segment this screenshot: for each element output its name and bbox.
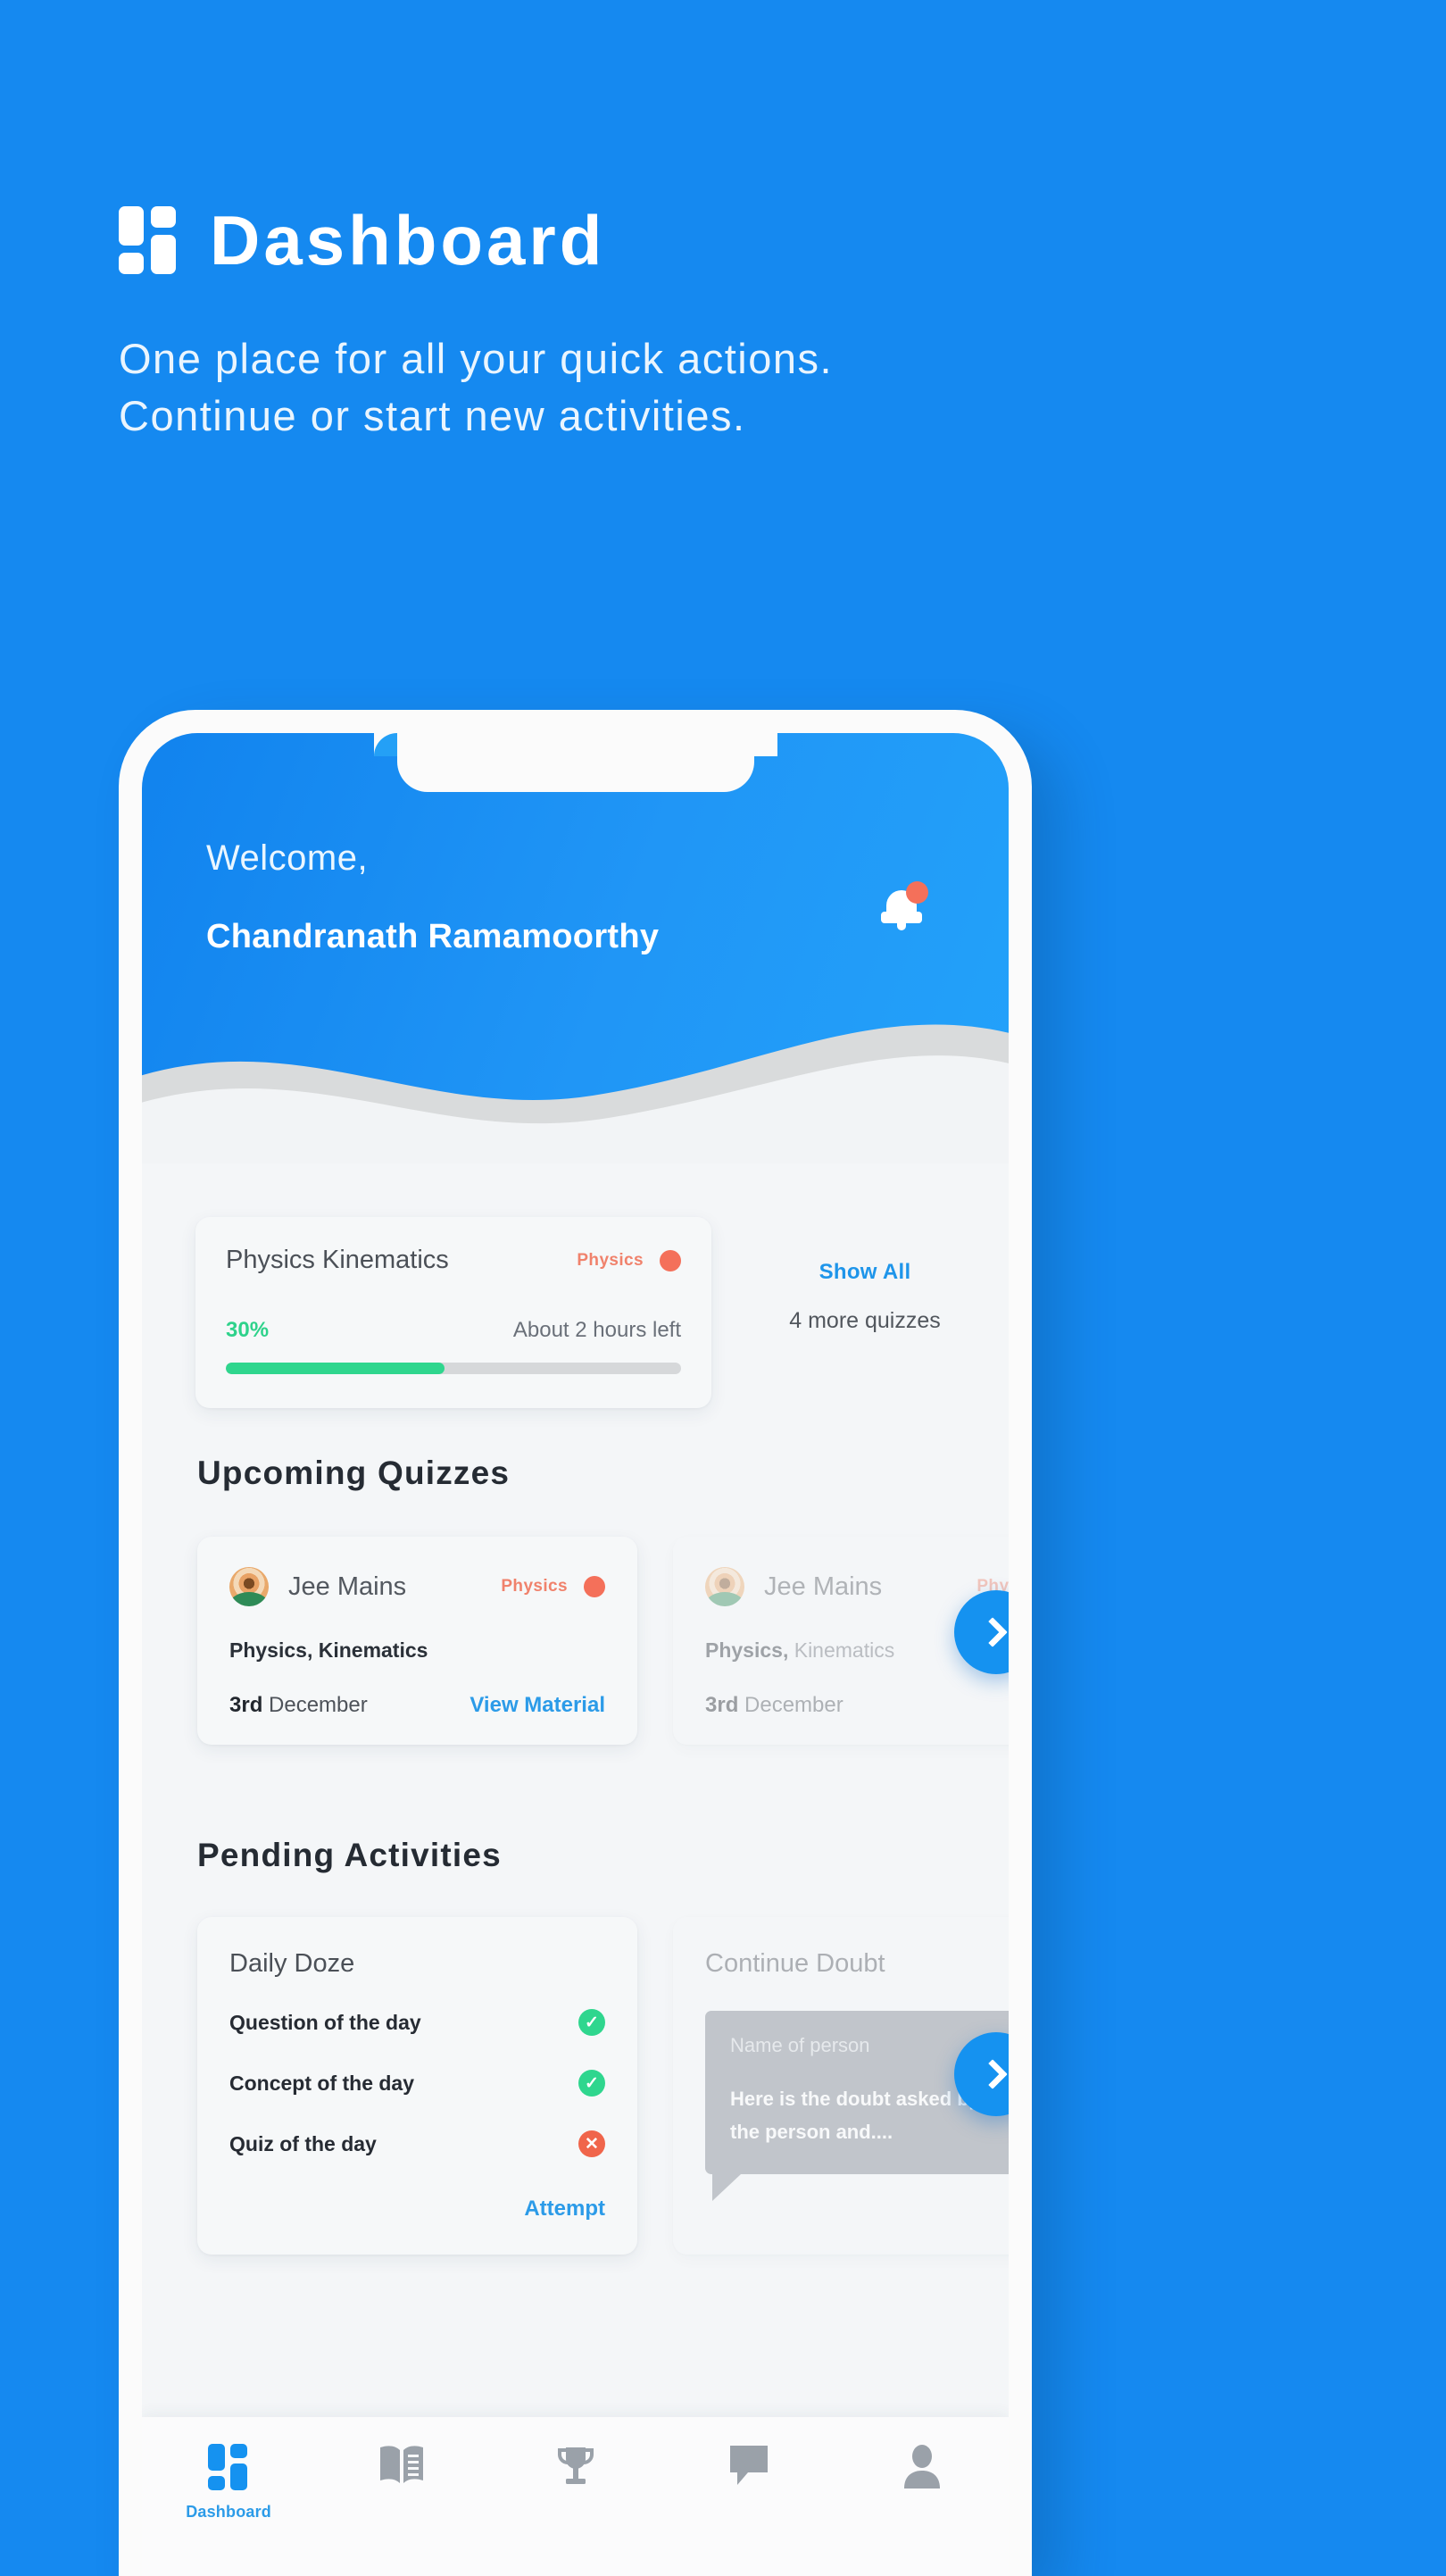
progress-percent: 30% [226,1318,270,1342]
quiz-card-header: Jee Mains Physics [229,1567,605,1606]
quiz-card[interactable]: Jee Mains Physics Physics, Kinematics 3r… [197,1537,637,1745]
subject-tag-label: Physics [577,1250,644,1270]
quiz-subject-bold: Physics, [705,1638,789,1662]
phone-notch [373,733,777,792]
bell-icon[interactable] [880,881,928,935]
jee-emblem-icon [705,1567,744,1606]
section-title-upcoming: Upcoming Quizzes [197,1455,511,1491]
app-header: Welcome, Chandranath Ramamoorthy [142,733,1009,1163]
quiz-card-identity: Jee Mains [705,1567,882,1606]
subject-tag-label: Physics [501,1577,568,1596]
tab-dashboard-label: Dashboard [186,2503,272,2521]
chat-bubble-icon [729,2446,768,2485]
progress-bar-fill [226,1363,445,1374]
dashboard-grid-icon [119,206,178,274]
book-icon [380,2446,424,2483]
quiz-card-footer: 3rd December View Material [229,1693,605,1718]
quiz-card-identity: Jee Mains [229,1567,406,1606]
quiz-date-day: 3rd [705,1693,739,1717]
current-quiz-header: Physics Kinematics Physics [226,1246,681,1275]
show-all-block[interactable]: Show All 4 more quizzes [758,1260,972,1334]
app-content: Physics Kinematics Physics 30% About 2 h… [142,1162,1009,2576]
chevron-right-icon [977,1617,1008,1647]
header-wave-decoration [142,1024,1009,1163]
time-left-label: About 2 hours left [512,1318,681,1342]
tab-messages[interactable] [662,2444,835,2488]
current-quiz-meta: 30% About 2 hours left [226,1318,681,1343]
subject-tag-dot [660,1249,681,1271]
daily-doze-item-label: Question of the day [229,2010,421,2034]
attempt-link[interactable]: Attempt [229,2197,605,2222]
tab-library[interactable] [315,2444,488,2485]
quiz-date-day: 3rd [229,1693,263,1717]
subject-tag: Physics [501,1576,605,1597]
user-name: Chandranath Ramamoorthy [206,918,660,955]
section-title-pending: Pending Activities [197,1837,502,1873]
continue-doubt-title: Continue Doubt [705,1949,885,1978]
jee-emblem-icon [229,1567,269,1606]
subject-tag: Physics [577,1249,681,1271]
view-material-link[interactable]: View Material [470,1693,605,1718]
page-subtitle-line2: Continue or start new activities. [119,391,746,439]
bottom-navigation: Dashboard [142,2417,1009,2576]
page-subtitle: One place for all your quick actions. Co… [119,330,1368,445]
current-quiz-card[interactable]: Physics Kinematics Physics 30% About 2 h… [195,1217,711,1408]
list-item[interactable]: Question of the day ✓ [229,2009,605,2036]
check-circle-icon: ✓ [578,2070,605,2097]
show-all-link[interactable]: Show All [758,1260,972,1285]
list-item[interactable]: Concept of the day ✓ [229,2070,605,2097]
page-header: Dashboard One place for all your quick a… [119,205,1368,445]
title-row: Dashboard [119,205,1368,275]
quiz-subject-rest: Kinematics [788,1638,895,1662]
current-quiz-title: Physics Kinematics [226,1246,449,1274]
quiz-name: Jee Mains [288,1571,407,1601]
tab-dashboard[interactable]: Dashboard [142,2444,315,2522]
phone-screen: Welcome, Chandranath Ramamoorthy Physics… [142,733,1009,2576]
quiz-name: Jee Mains [764,1571,883,1601]
page-subtitle-line1: One place for all your quick actions. [119,335,834,382]
daily-doze-item-label: Concept of the day [229,2071,415,2095]
phone-mockup: Welcome, Chandranath Ramamoorthy Physics… [119,710,1032,2576]
welcome-block: Welcome, Chandranath Ramamoorthy [206,838,659,956]
upcoming-quizzes-list: Jee Mains Physics Physics, Kinematics 3r… [197,1537,1009,1745]
doubt-text: Here is the doubt asked by the person an… [730,2088,980,2144]
quiz-card-footer: 3rd December [705,1693,1009,1718]
page-title: Dashboard [210,201,606,279]
welcome-label: Welcome, [206,838,369,878]
person-icon [903,2445,940,2488]
check-circle-icon: ✓ [578,2009,605,2036]
cross-circle-icon: ✕ [578,2130,605,2157]
dashboard-grid-icon [208,2444,249,2490]
tab-achievements[interactable] [488,2444,661,2488]
daily-doze-card[interactable]: Daily Doze Question of the day ✓ Concept… [197,1917,637,2255]
tab-profile[interactable] [835,2444,1009,2488]
daily-doze-title: Daily Doze [229,1949,355,1978]
subject-tag-dot [584,1576,605,1597]
quiz-card-header: Jee Mains Physics [705,1567,1009,1606]
current-quiz-card-wrapper: Physics Kinematics Physics 30% About 2 h… [195,1217,711,1408]
chevron-right-icon [977,2059,1008,2089]
quiz-date: 3rd December [705,1693,844,1718]
quiz-subject: Physics, Kinematics [229,1638,428,1662]
quiz-date-month: December [738,1693,844,1717]
daily-doze-items: Question of the day ✓ Concept of the day… [229,2009,605,2157]
daily-doze-item-label: Quiz of the day [229,2131,377,2155]
notification-dot [906,881,928,904]
more-quizzes-count: 4 more quizzes [789,1308,941,1333]
progress-bar [226,1363,681,1374]
list-item[interactable]: Quiz of the day ✕ [229,2130,605,2157]
doubt-person-name: Name of person [730,2034,870,2056]
trophy-icon [557,2447,594,2484]
pending-activities-list: Daily Doze Question of the day ✓ Concept… [197,1917,1009,2255]
quiz-date: 3rd December [229,1693,368,1718]
quiz-date-month: December [262,1693,368,1717]
